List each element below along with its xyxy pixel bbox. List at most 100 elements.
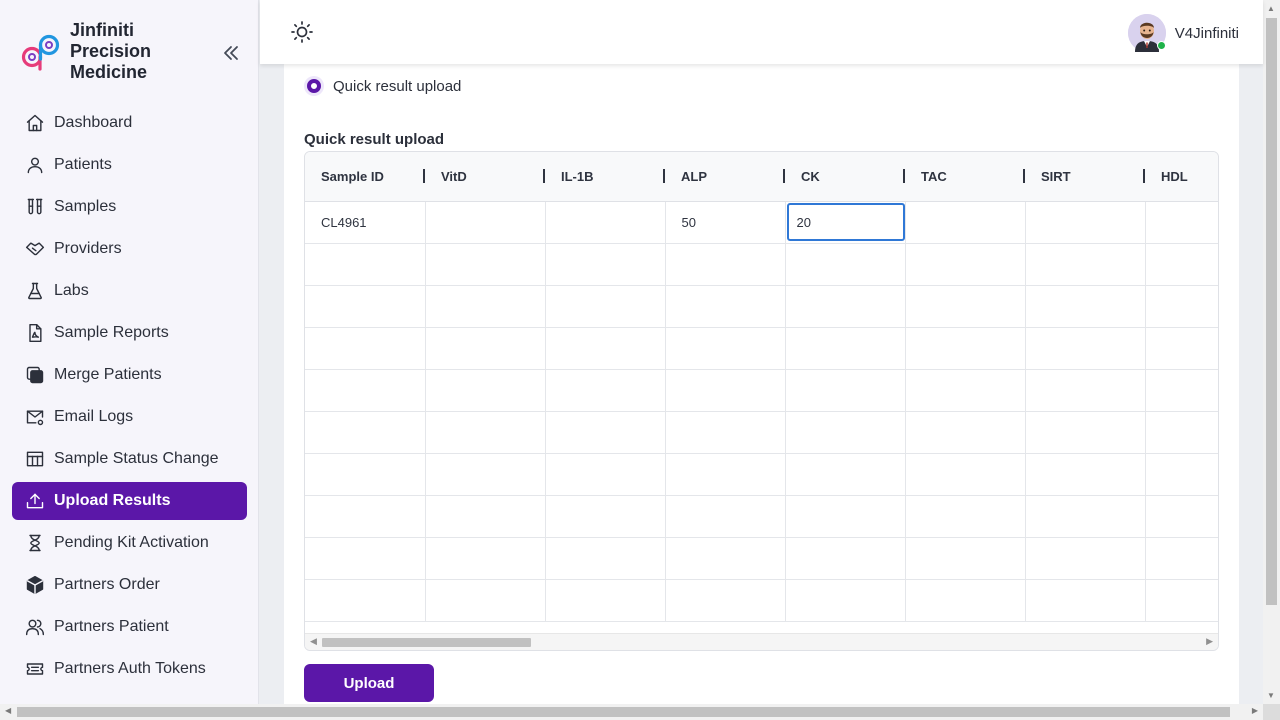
grid-cell[interactable]: [905, 537, 1026, 580]
user-menu[interactable]: V4Jinfiniti: [1127, 14, 1239, 52]
grid-cell[interactable]: [1145, 453, 1218, 496]
grid-cell[interactable]: [1145, 327, 1218, 370]
grid-cell[interactable]: [665, 537, 786, 580]
grid-cell[interactable]: [545, 453, 666, 496]
radio-button[interactable]: [304, 76, 324, 96]
grid-cell[interactable]: [425, 327, 546, 370]
grid-cell[interactable]: [785, 453, 906, 496]
grid-cell[interactable]: [905, 411, 1026, 454]
scrollbar-thumb[interactable]: [17, 707, 1230, 717]
upload-button[interactable]: Upload: [304, 664, 434, 702]
grid-cell[interactable]: [545, 537, 666, 580]
grid-cell[interactable]: [905, 243, 1026, 286]
sidebar-item-samples[interactable]: Samples: [12, 188, 247, 226]
grid-cell[interactable]: [785, 201, 906, 244]
grid-cell[interactable]: [665, 411, 786, 454]
quick-result-upload-option[interactable]: Quick result upload: [304, 76, 461, 96]
grid-cell[interactable]: [545, 579, 666, 622]
grid-cell[interactable]: [785, 537, 906, 580]
grid-cell[interactable]: [425, 411, 546, 454]
grid-cell[interactable]: [305, 243, 426, 286]
grid-cell[interactable]: [785, 243, 906, 286]
grid-cell[interactable]: [785, 327, 906, 370]
sidebar-item-labs[interactable]: Labs: [12, 272, 247, 310]
page-horizontal-scrollbar[interactable]: ◀ ▶: [0, 704, 1263, 720]
grid-cell[interactable]: [425, 537, 546, 580]
scroll-up-icon[interactable]: ▲: [1267, 4, 1275, 13]
scrollbar-thumb[interactable]: [1266, 18, 1277, 605]
grid-cell[interactable]: [1145, 495, 1218, 538]
column-header-sample-id[interactable]: Sample ID: [305, 152, 425, 202]
grid-cell[interactable]: [425, 369, 546, 412]
sidebar-item-sample-status-change[interactable]: Sample Status Change: [12, 440, 247, 478]
grid-cell[interactable]: [665, 243, 786, 286]
grid-cell[interactable]: CL4961: [305, 201, 426, 244]
grid-cell[interactable]: [1025, 201, 1146, 244]
avatar[interactable]: [1127, 14, 1166, 52]
grid-cell[interactable]: [425, 243, 546, 286]
grid-cell[interactable]: [1145, 411, 1218, 454]
cell-editor-input[interactable]: [786, 203, 905, 241]
grid-cell[interactable]: [545, 285, 666, 328]
scroll-right-icon[interactable]: ▶: [1206, 636, 1213, 647]
collapse-sidebar-icon[interactable]: [220, 42, 242, 64]
grid-cell[interactable]: [545, 411, 666, 454]
grid-cell[interactable]: [1145, 285, 1218, 328]
sidebar-item-upload-results[interactable]: Upload Results: [12, 482, 247, 520]
grid-cell[interactable]: [785, 285, 906, 328]
grid-cell[interactable]: [665, 369, 786, 412]
grid-cell[interactable]: [665, 579, 786, 622]
column-header-tac[interactable]: TAC: [905, 152, 1025, 202]
grid-cell[interactable]: [905, 453, 1026, 496]
grid-cell[interactable]: [545, 495, 666, 538]
sidebar-item-partners-order[interactable]: Partners Order: [12, 566, 247, 604]
grid-cell[interactable]: [305, 327, 426, 370]
grid-cell[interactable]: [545, 243, 666, 286]
grid-cell[interactable]: [1025, 243, 1146, 286]
grid-cell[interactable]: [785, 369, 906, 412]
scroll-right-icon[interactable]: ▶: [1252, 706, 1258, 715]
scroll-left-icon[interactable]: ◀: [5, 706, 11, 715]
grid-cell[interactable]: [1025, 495, 1146, 538]
sidebar-item-sample-reports[interactable]: Sample Reports: [12, 314, 247, 352]
column-header-ck[interactable]: CK: [785, 152, 905, 202]
grid-cell[interactable]: [785, 411, 906, 454]
grid-cell[interactable]: [425, 495, 546, 538]
grid-cell[interactable]: [1025, 285, 1146, 328]
grid-cell[interactable]: [905, 201, 1026, 244]
grid-cell[interactable]: [305, 453, 426, 496]
grid-cell[interactable]: [545, 201, 666, 244]
grid-horizontal-scrollbar[interactable]: ◀ ▶: [305, 633, 1218, 650]
sidebar-item-partners-auth-tokens[interactable]: Partners Auth Tokens: [12, 650, 247, 688]
grid-cell[interactable]: [305, 537, 426, 580]
grid-cell[interactable]: [425, 201, 546, 244]
grid-cell[interactable]: [665, 285, 786, 328]
column-header-sirt[interactable]: SIRT: [1025, 152, 1145, 202]
grid-cell[interactable]: [1145, 243, 1218, 286]
grid-cell[interactable]: [1145, 579, 1218, 622]
grid-cell[interactable]: [1025, 579, 1146, 622]
sun-icon[interactable]: [290, 20, 314, 44]
sidebar-item-partners-patient[interactable]: Partners Patient: [12, 608, 247, 646]
grid-cell[interactable]: [425, 579, 546, 622]
column-header-il-1b[interactable]: IL-1B: [545, 152, 665, 202]
grid-cell[interactable]: [305, 285, 426, 328]
grid-cell[interactable]: [305, 495, 426, 538]
grid-cell[interactable]: [1025, 369, 1146, 412]
scroll-left-icon[interactable]: ◀: [310, 636, 317, 647]
grid-cell[interactable]: [305, 411, 426, 454]
grid-cell[interactable]: [665, 327, 786, 370]
sidebar-item-email-logs[interactable]: Email Logs: [12, 398, 247, 436]
grid-cell[interactable]: [305, 579, 426, 622]
grid-cell[interactable]: [1025, 411, 1146, 454]
page-vertical-scrollbar[interactable]: ▲ ▼: [1263, 0, 1280, 704]
column-header-vitd[interactable]: VitD: [425, 152, 545, 202]
grid-cell[interactable]: [1145, 369, 1218, 412]
column-header-alp[interactable]: ALP: [665, 152, 785, 202]
sidebar-item-dashboard[interactable]: Dashboard: [12, 104, 247, 142]
sidebar-item-providers[interactable]: Providers: [12, 230, 247, 268]
sidebar-item-patients[interactable]: Patients: [12, 146, 247, 184]
grid-cell[interactable]: [1025, 327, 1146, 370]
grid-cell[interactable]: [1145, 201, 1218, 244]
grid-cell[interactable]: [425, 453, 546, 496]
